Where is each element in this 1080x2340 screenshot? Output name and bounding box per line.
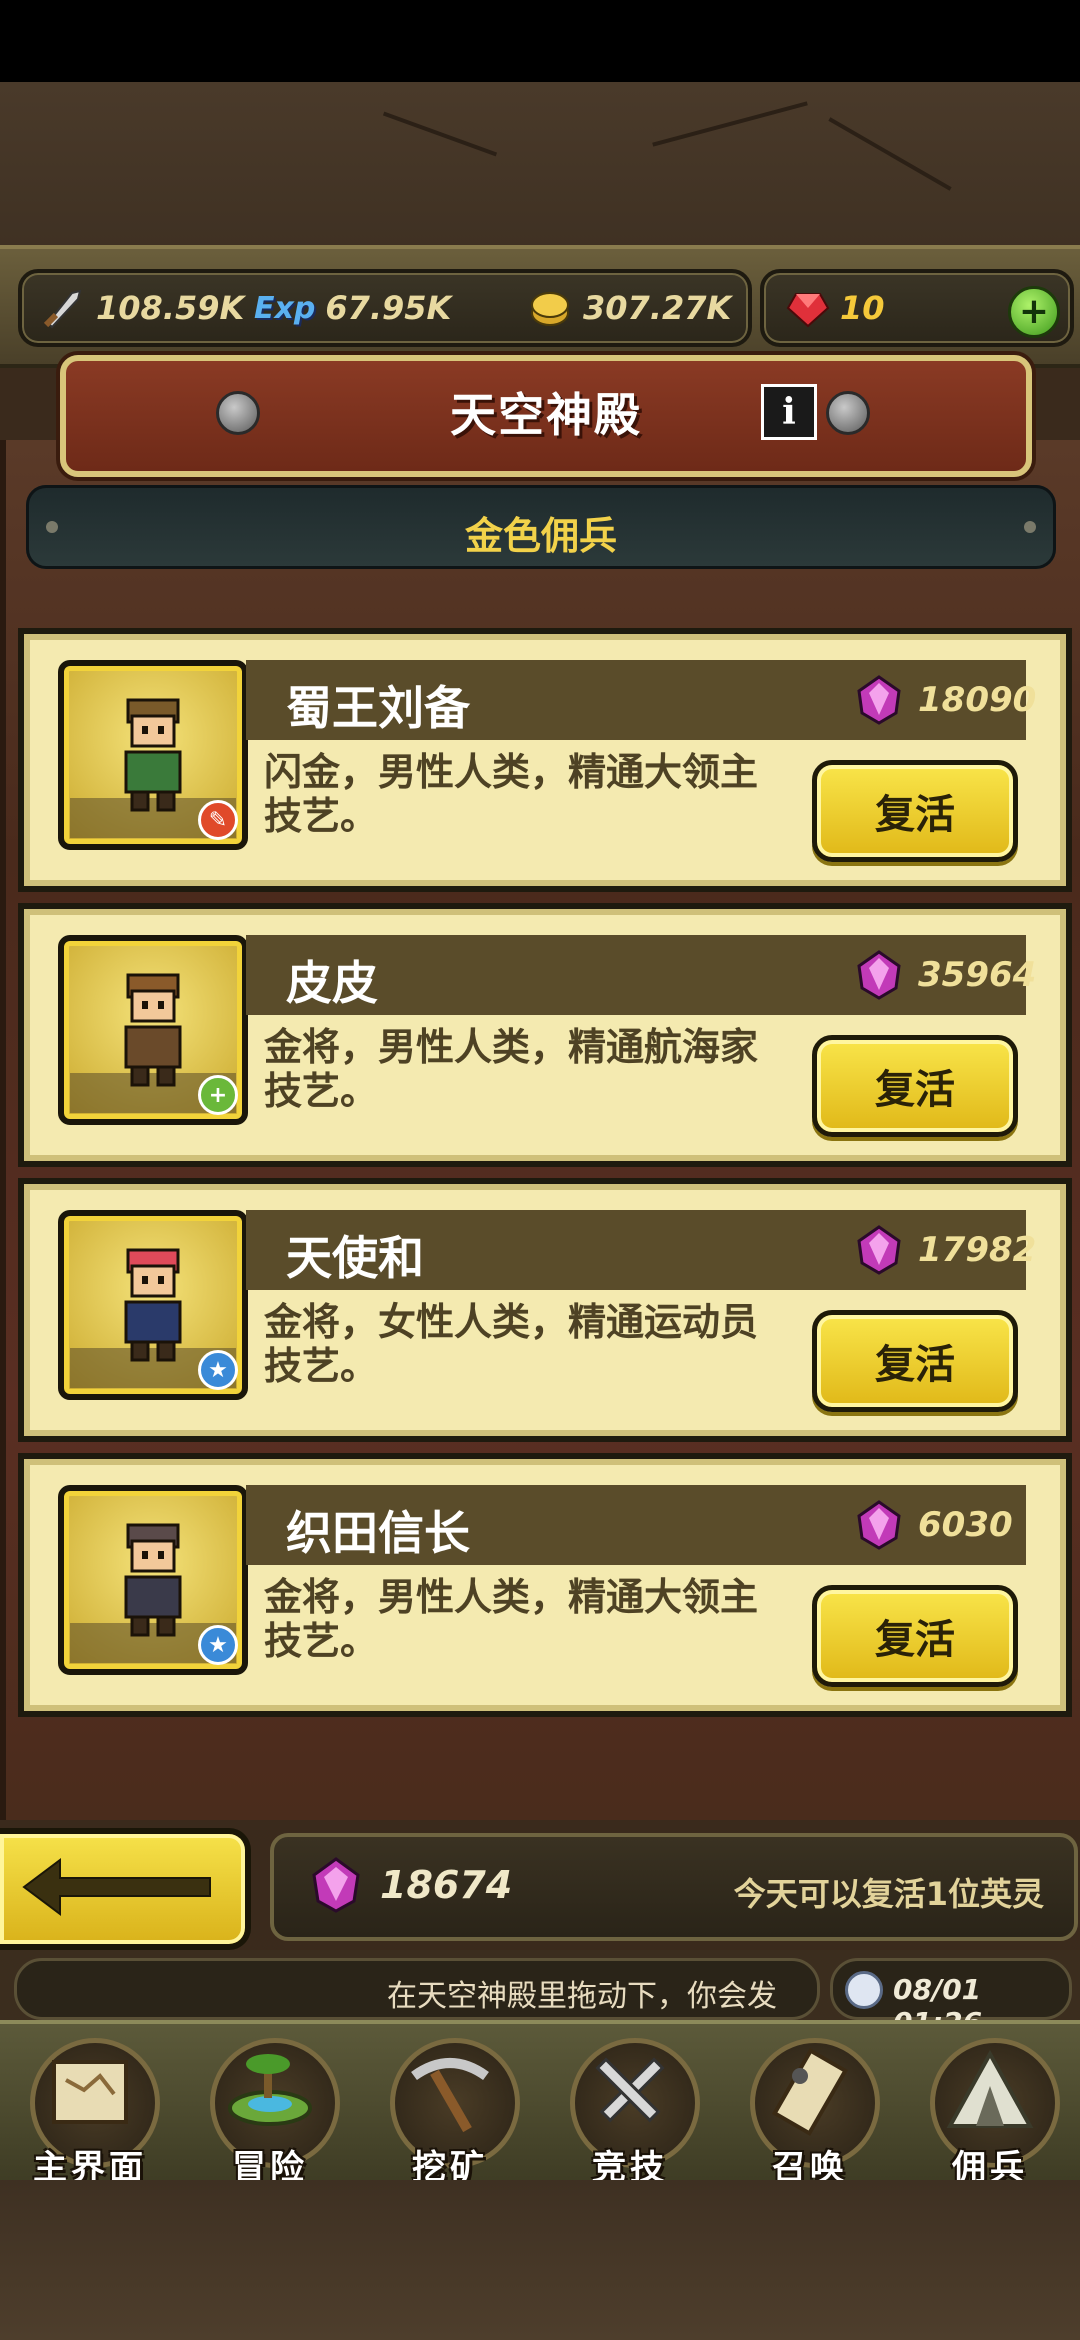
gold-resource: 307.27K — [527, 285, 731, 331]
tent-icon — [946, 2049, 1034, 2128]
character-body-icon — [124, 1300, 182, 1362]
nav-item-map-scroll[interactable]: 主界面 — [0, 2024, 180, 2188]
ticker-text: 在天空神殿里拖动下，你会发 — [387, 1979, 777, 2014]
ticker-row: 在天空神殿里拖动下，你会发 08/01 01:26 — [0, 1950, 1080, 2039]
mercenary-description: 闪金，男性人类，精通大领主技艺。 — [264, 750, 759, 838]
exp-icon: Exp — [254, 290, 316, 326]
currency-panel: 108.59K Exp 67.95K 307.27K — [18, 269, 752, 347]
class-badge-icon: ★ — [198, 1625, 238, 1665]
header-dot-right — [1024, 521, 1036, 533]
name-bar: 织田信长 6030 — [246, 1485, 1026, 1565]
nav-item-island[interactable]: 冒险 — [180, 2024, 360, 2188]
crossed-swords-icon — [595, 2057, 665, 2123]
mercenary-name: 蜀王刘备 — [286, 681, 470, 735]
clock-panel: 08/01 01:26 — [830, 1958, 1072, 2039]
revive-status-panel: 18674 今天可以复活1位英灵 — [270, 1833, 1078, 1941]
map-scroll-icon — [52, 2060, 128, 2124]
resource-bar: 108.59K Exp 67.95K 307.27K 10 + — [0, 245, 1080, 368]
revive-button[interactable]: 复活 — [812, 1310, 1018, 1412]
character-body-icon — [124, 1025, 182, 1087]
nav-item-tent[interactable]: 佣兵 — [900, 2024, 1080, 2188]
class-badge-icon: + — [198, 1075, 238, 1115]
mercenary-card: ✎ 蜀王刘备 18090 闪金，男性人类，精通大领主技艺。 复活 — [18, 628, 1072, 892]
purple-gem-icon — [857, 1500, 901, 1550]
clock-icon — [845, 1971, 883, 2009]
character-head-icon — [126, 1248, 180, 1298]
revive-info-text: 今天可以复活1位英灵 — [733, 1875, 1044, 1913]
add-gems-button[interactable]: + — [1008, 286, 1060, 338]
class-badge-icon: ★ — [198, 1350, 238, 1390]
mercenary-portrait[interactable]: + — [58, 935, 248, 1125]
class-badge-icon: ✎ — [198, 800, 238, 840]
background-top — [0, 82, 1080, 262]
background-bottom — [0, 2180, 1080, 2340]
purple-gem-icon — [857, 675, 901, 725]
title-banner: 天空神殿 i — [60, 355, 1032, 477]
nav-item-pickaxe[interactable]: 挖矿 — [360, 2024, 540, 2188]
character-head-icon — [126, 1523, 180, 1573]
mercenary-card: + 皮皮 35964 金将，男性人类，精通航海家技艺。 复活 — [18, 903, 1072, 1167]
page-title: 天空神殿 — [450, 388, 642, 442]
mercenary-portrait[interactable]: ★ — [58, 1210, 248, 1400]
gem-panel: 10 + — [760, 269, 1074, 347]
summon-scroll-icon — [771, 2048, 849, 2136]
section-header: 金色佣兵 — [26, 485, 1056, 569]
rivet-right — [826, 391, 870, 435]
gold-value: 307.27K — [583, 289, 732, 327]
mercenary-name: 天使和 — [286, 1231, 424, 1285]
mercenary-portrait[interactable]: ✎ — [58, 660, 248, 850]
exp-value: 67.95K — [325, 289, 452, 327]
purple-gem-icon — [312, 1857, 360, 1913]
character-body-icon — [124, 1575, 182, 1637]
revive-cost: 18090 — [918, 680, 1037, 720]
exp-resource: Exp 67.95K — [254, 285, 451, 331]
news-ticker: 在天空神殿里拖动下，你会发 — [14, 1958, 820, 2020]
revive-button[interactable]: 复活 — [812, 760, 1018, 862]
mercenary-description: 金将，女性人类，精通运动员技艺。 — [264, 1300, 759, 1388]
mercenary-card: ★ 织田信长 6030 金将，男性人类，精通大领主技艺。 复活 — [18, 1453, 1072, 1717]
revive-button[interactable]: 复活 — [812, 1035, 1018, 1137]
gem-resource: 10 — [786, 285, 885, 331]
purple-gem-icon — [857, 1225, 901, 1275]
name-bar: 皮皮 35964 — [246, 935, 1036, 1015]
mercenary-description: 金将，男性人类，精通航海家技艺。 — [264, 1025, 759, 1113]
pickaxe-icon — [411, 2058, 489, 2133]
gold-coin-icon — [531, 292, 569, 326]
revive-cost: 35964 — [918, 955, 1037, 995]
gem-value: 10 — [840, 289, 885, 327]
character-body-icon — [124, 750, 182, 812]
back-button[interactable] — [0, 1828, 251, 1950]
character-head-icon — [126, 698, 180, 748]
info-button[interactable]: i — [761, 384, 817, 440]
mercenary-card: ★ 天使和 17982 金将，女性人类，精通运动员技艺。 复活 — [18, 1178, 1072, 1442]
status-bar — [0, 0, 1080, 82]
section-title: 金色佣兵 — [464, 514, 617, 558]
nav-item-summon-scroll[interactable]: 召唤 — [720, 2024, 900, 2188]
island-icon — [228, 2054, 312, 2126]
back-arrow-icon — [22, 1858, 211, 1916]
sword-icon — [43, 289, 82, 329]
attack-value: 108.59K — [96, 289, 245, 327]
revive-button[interactable]: 复活 — [812, 1585, 1018, 1687]
mercenary-description: 金将，男性人类，精通大领主技艺。 — [264, 1575, 759, 1663]
revive-gem-count: 18674 — [380, 1863, 513, 1907]
mercenary-name: 织田信长 — [286, 1506, 470, 1560]
attack-resource: 108.59K — [40, 285, 244, 331]
mercenary-portrait[interactable]: ★ — [58, 1485, 248, 1675]
red-gem-icon — [786, 293, 830, 328]
revive-cost: 6030 — [918, 1505, 1013, 1545]
nav-item-crossed-swords[interactable]: 竞技 — [540, 2024, 720, 2188]
mercenary-name: 皮皮 — [286, 956, 378, 1010]
purple-gem-icon — [857, 950, 901, 1000]
bottom-navigation: 主界面 冒险 挖矿 竞技 召唤 佣兵 — [0, 2020, 1080, 2188]
name-bar: 天使和 17982 — [246, 1210, 1036, 1290]
character-head-icon — [126, 973, 180, 1023]
name-bar: 蜀王刘备 18090 — [246, 660, 1036, 740]
revive-cost: 17982 — [918, 1230, 1037, 1270]
